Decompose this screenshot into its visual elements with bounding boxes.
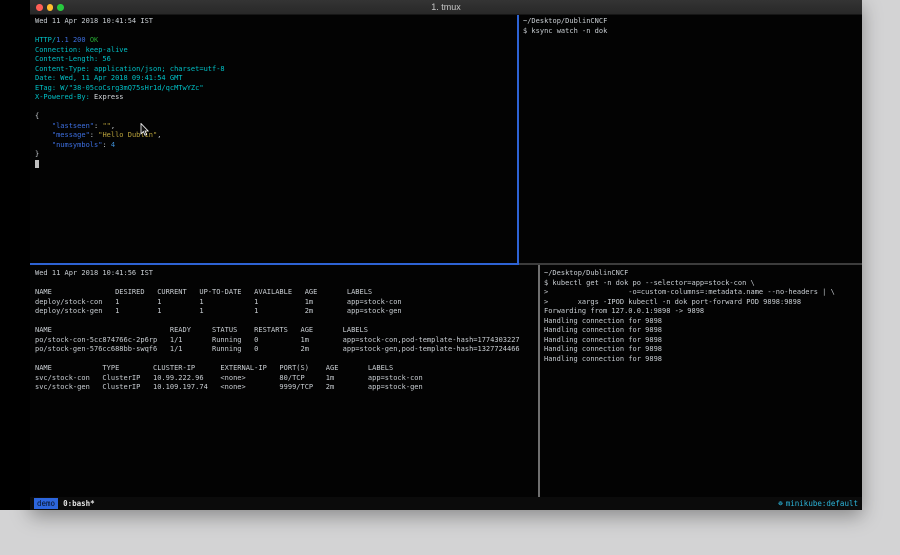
terminal-line: > xargs -IPOD kubectl -n dok port-forwar… [544, 298, 862, 308]
tmux-terminal: Wed 11 Apr 2018 10:41:54 IST HTTP/1.1 20… [30, 15, 862, 497]
terminal-window: 1. tmux Wed 11 Apr 2018 10:41:54 IST HTT… [30, 0, 862, 510]
minimize-button[interactable] [47, 4, 54, 11]
zoom-button[interactable] [57, 4, 64, 11]
terminal-line: "numsymbols": 4 [35, 141, 522, 151]
terminal-line [35, 27, 522, 37]
mouse-cursor-icon [140, 123, 149, 136]
terminal-line: deploy/stock-con 1 1 1 1 1m app=stock-co… [35, 298, 543, 308]
terminal-line: Content-Type: application/json; charset=… [35, 65, 522, 75]
window-label[interactable]: 0:bash* [63, 499, 95, 508]
terminal-line: svc/stock-gen ClusterIP 10.109.197.74 <n… [35, 383, 543, 393]
window-title: 1. tmux [30, 0, 862, 14]
terminal-line: HTTP/1.1 200 OK [35, 36, 522, 46]
terminal-line: Handling connection for 9898 [544, 317, 862, 327]
terminal-line: Handling connection for 9898 [544, 345, 862, 355]
terminal-line: Forwarding from 127.0.0.1:9898 -> 9898 [544, 307, 862, 317]
terminal-line: > -o=custom-columns=:metadata.name --no-… [544, 288, 862, 298]
window-controls [36, 4, 64, 11]
window-titlebar[interactable]: 1. tmux [30, 0, 862, 15]
close-button[interactable] [36, 4, 43, 11]
terminal-line: ~/Desktop/DublinCNCF [523, 17, 862, 27]
terminal-line: $ kubectl get -n dok po --selector=app=s… [544, 279, 862, 289]
terminal-line: ETag: W/"38-05coCsrg3mQ75sHr1d/qcMTwYZc" [35, 84, 522, 94]
terminal-line: NAME READY STATUS RESTARTS AGE LABELS [35, 326, 543, 336]
terminal-line [35, 160, 522, 170]
terminal-line: } [35, 150, 522, 160]
kube-context-label: minikube:default [786, 499, 858, 508]
terminal-line [35, 317, 543, 327]
status-right: ☸minikube:default [778, 499, 858, 508]
terminal-line: "lastseen": "", [35, 122, 522, 132]
terminal-line [35, 279, 543, 289]
terminal-line: ~/Desktop/DublinCNCF [544, 269, 862, 279]
black-desktop-region [0, 0, 30, 510]
terminal-line: NAME DESIRED CURRENT UP-TO-DATE AVAILABL… [35, 288, 543, 298]
terminal-line: deploy/stock-gen 1 1 1 1 2m app=stock-ge… [35, 307, 543, 317]
terminal-line: Connection: keep-alive [35, 46, 522, 56]
pane-kubectl-resources[interactable]: Wed 11 Apr 2018 10:41:56 IST NAME DESIRE… [30, 265, 543, 497]
pane-http-response[interactable]: Wed 11 Apr 2018 10:41:54 IST HTTP/1.1 20… [30, 15, 522, 265]
kubernetes-icon: ☸ [778, 499, 783, 508]
terminal-line [35, 355, 543, 365]
pane-ksync-watch[interactable]: ~/Desktop/DublinCNCF$ ksync watch -n dok [519, 15, 862, 265]
terminal-line: $ ksync watch -n dok [523, 27, 862, 37]
terminal-line [35, 103, 522, 113]
session-name-badge[interactable]: demo [34, 498, 58, 509]
terminal-line: po/stock-gen-576cc688bb-swqf6 1/1 Runnin… [35, 345, 543, 355]
terminal-line: Wed 11 Apr 2018 10:41:54 IST [35, 17, 522, 27]
terminal-line: Date: Wed, 11 Apr 2018 09:41:54 GMT [35, 74, 522, 84]
terminal-line: Handling connection for 9898 [544, 336, 862, 346]
terminal-line: Wed 11 Apr 2018 10:41:56 IST [35, 269, 543, 279]
pane-port-forward[interactable]: ~/Desktop/DublinCNCF$ kubectl get -n dok… [540, 265, 862, 497]
terminal-line: Handling connection for 9898 [544, 326, 862, 336]
tmux-status-bar: demo 0:bash* ☸minikube:default [30, 497, 862, 510]
terminal-line: "message": "Hello Dublin", [35, 131, 522, 141]
terminal-line: Handling connection for 9898 [544, 355, 862, 365]
terminal-line: po/stock-con-5cc874766c-2p6rp 1/1 Runnin… [35, 336, 543, 346]
terminal-line: X-Powered-By: Express [35, 93, 522, 103]
terminal-line: { [35, 112, 522, 122]
terminal-line: Content-Length: 56 [35, 55, 522, 65]
terminal-line: svc/stock-con ClusterIP 10.99.222.96 <no… [35, 374, 543, 384]
terminal-line: NAME TYPE CLUSTER-IP EXTERNAL-IP PORT(S)… [35, 364, 543, 374]
